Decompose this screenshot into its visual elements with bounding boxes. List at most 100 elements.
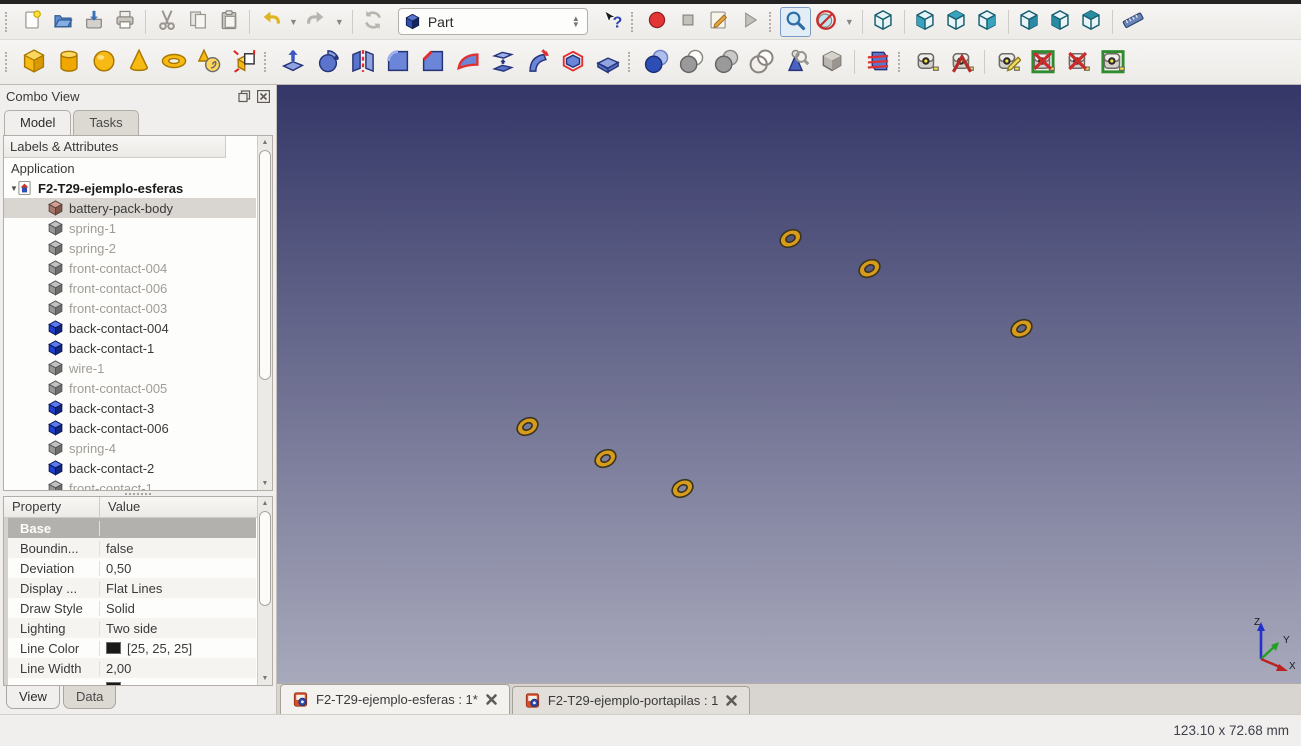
expander-icon[interactable]: ▼: [4, 184, 18, 193]
tab-view[interactable]: View: [6, 686, 60, 709]
scroll-down-icon[interactable]: ▼: [258, 477, 272, 490]
property-value[interactable]: [100, 682, 256, 685]
record-macro-button[interactable]: [642, 7, 673, 37]
close-tab-icon[interactable]: [725, 694, 738, 707]
fillet-button[interactable]: [380, 44, 415, 80]
tree-item-spring-4[interactable]: spring-4: [4, 438, 256, 458]
tree-application-root[interactable]: Application: [4, 158, 256, 178]
scroll-up-icon[interactable]: ▲: [258, 497, 272, 510]
tree-item-back-contact-006[interactable]: back-contact-006: [4, 418, 256, 438]
3d-viewport[interactable]: Z Y X: [277, 85, 1301, 683]
tree-item-back-contact-004[interactable]: back-contact-004: [4, 318, 256, 338]
tree-item-front-contact-1[interactable]: front-contact-1: [4, 478, 256, 490]
property-row-lighting[interactable]: Lighting Two side: [4, 618, 256, 638]
open-document-button[interactable]: [47, 7, 78, 37]
primitive-torus-button[interactable]: [156, 44, 191, 80]
property-row-line-width[interactable]: Line Width 2,00: [4, 658, 256, 678]
thickness-button[interactable]: [590, 44, 625, 80]
primitive-box-button[interactable]: [16, 44, 51, 80]
tree-item-battery-pack-body[interactable]: battery-pack-body: [4, 198, 256, 218]
view-top-button[interactable]: [941, 7, 972, 37]
tree-scroll-thumb[interactable]: [259, 150, 271, 380]
property-row-line-color[interactable]: Line Color [25, 25, 25]: [4, 638, 256, 658]
ruled-surface-button[interactable]: [450, 44, 485, 80]
tree-item-front-contact-006[interactable]: front-contact-006: [4, 278, 256, 298]
mirror-button[interactable]: [345, 44, 380, 80]
save-document-button[interactable]: [78, 7, 109, 37]
tab-data[interactable]: Data: [62, 686, 117, 709]
property-value[interactable]: [25, 25, 25]: [100, 641, 256, 656]
undo-button[interactable]: [255, 7, 286, 37]
document-tab-2[interactable]: F2-T29-ejemplo-portapilas : 1: [511, 686, 751, 714]
measure-refresh-button[interactable]: [990, 44, 1025, 80]
tree-item-front-contact-005[interactable]: front-contact-005: [4, 378, 256, 398]
panel-float-button[interactable]: [237, 89, 251, 103]
torus-object-1[interactable]: [777, 228, 804, 249]
scroll-down-icon[interactable]: ▼: [258, 672, 272, 685]
workbench-selector[interactable]: Part ▲ ▼: [397, 8, 588, 35]
primitive-cylinder-button[interactable]: [51, 44, 86, 80]
close-tab-icon[interactable]: [485, 693, 498, 706]
scroll-up-icon[interactable]: ▲: [258, 136, 272, 149]
torus-object-4[interactable]: [514, 416, 541, 437]
tree-item-spring-2[interactable]: spring-2: [4, 238, 256, 258]
extrude-button[interactable]: [275, 44, 310, 80]
toolbar-drag-handle[interactable]: [768, 11, 776, 32]
boolean-section-button[interactable]: [744, 44, 779, 80]
chamfer-button[interactable]: [415, 44, 450, 80]
toolbar-drag-handle[interactable]: [264, 52, 271, 72]
tab-model[interactable]: Model: [4, 110, 72, 135]
run-macro-button[interactable]: [735, 7, 766, 37]
view-front-button[interactable]: [910, 7, 941, 37]
paste-button[interactable]: [213, 7, 244, 37]
view-bottom-button[interactable]: [1045, 7, 1076, 37]
torus-object-3[interactable]: [1008, 318, 1035, 339]
measure-distance-button[interactable]: [1118, 7, 1149, 37]
loft-button[interactable]: [485, 44, 520, 80]
toolbar-drag-handle[interactable]: [5, 52, 12, 72]
property-value[interactable]: Two side: [100, 621, 256, 636]
measure-toggle-3d-button[interactable]: [1060, 44, 1095, 80]
new-document-button[interactable]: [16, 7, 47, 37]
print-button[interactable]: [109, 7, 140, 37]
stop-macro-button[interactable]: [673, 7, 704, 37]
property-group-base[interactable]: Base: [4, 518, 256, 538]
property-scroll-thumb[interactable]: [259, 511, 271, 606]
tree-item-back-contact-1[interactable]: back-contact-1: [4, 338, 256, 358]
property-row-boundin-[interactable]: Boundin... false: [4, 538, 256, 558]
cut-button[interactable]: [151, 7, 182, 37]
view-rear-button[interactable]: [1014, 7, 1045, 37]
toolbar-drag-handle[interactable]: [5, 11, 12, 32]
boolean-common-button[interactable]: [709, 44, 744, 80]
measure-clear-all-button[interactable]: [1025, 44, 1060, 80]
check-geometry-button[interactable]: [779, 44, 814, 80]
boolean-cut-button[interactable]: [674, 44, 709, 80]
property-row-draw-style[interactable]: Draw Style Solid: [4, 598, 256, 618]
tree-item-back-contact-2[interactable]: back-contact-2: [4, 458, 256, 478]
undo-dropdown-arrow-icon[interactable]: ▼: [286, 17, 301, 27]
tab-tasks[interactable]: Tasks: [73, 110, 139, 135]
property-row-deviation[interactable]: Deviation 0,50: [4, 558, 256, 578]
create-primitives-button[interactable]: [191, 44, 226, 80]
draw-style-button[interactable]: [811, 7, 842, 37]
panel-close-button[interactable]: [256, 89, 270, 103]
torus-object-2[interactable]: [856, 258, 883, 279]
property-row-display-[interactable]: Display ... Flat Lines: [4, 578, 256, 598]
sweep-button[interactable]: [520, 44, 555, 80]
tree-item-wire-1[interactable]: wire-1: [4, 358, 256, 378]
draw-style-dropdown-arrow-icon[interactable]: ▼: [842, 17, 857, 27]
property-value[interactable]: Solid: [100, 601, 256, 616]
toolbar-drag-handle[interactable]: [898, 52, 905, 72]
view-right-button[interactable]: [972, 7, 1003, 37]
revolve-button[interactable]: [310, 44, 345, 80]
toolbar-drag-handle[interactable]: [630, 11, 638, 32]
property-value[interactable]: Flat Lines: [100, 581, 256, 596]
view-left-button[interactable]: [1076, 7, 1107, 37]
tree-item-front-contact-004[interactable]: front-contact-004: [4, 258, 256, 278]
toolbar-drag-handle[interactable]: [628, 52, 635, 72]
measure-toggle-delta-button[interactable]: [1095, 44, 1130, 80]
defeaturing-button[interactable]: [814, 44, 849, 80]
measure-angular-button[interactable]: [944, 44, 979, 80]
property-value[interactable]: 0,50: [100, 561, 256, 576]
copy-button[interactable]: [182, 7, 213, 37]
